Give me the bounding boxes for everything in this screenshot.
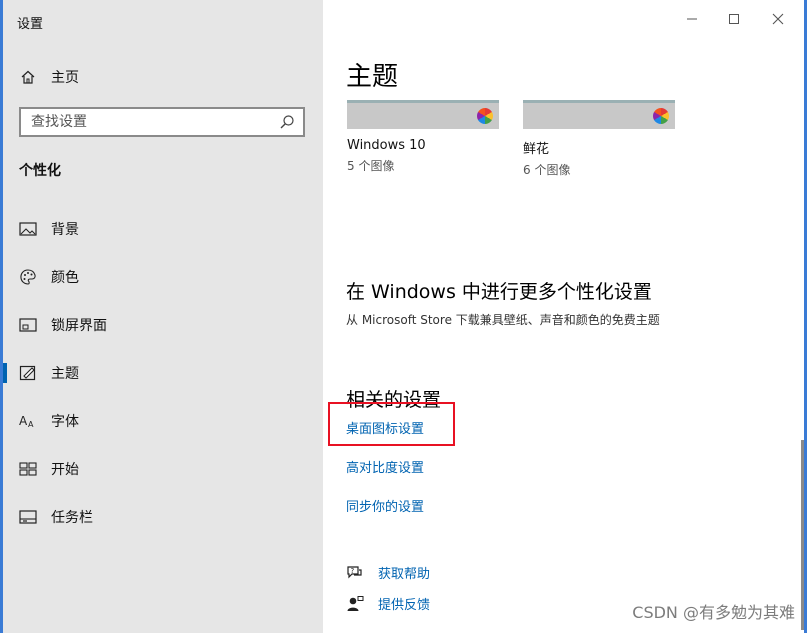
section-title: 个性化 bbox=[19, 163, 61, 179]
feedback-link[interactable]: 提供反馈 bbox=[346, 594, 430, 613]
minimize-icon bbox=[687, 18, 697, 20]
color-wheel-icon bbox=[653, 108, 669, 124]
home-icon bbox=[19, 68, 37, 86]
search-box[interactable] bbox=[19, 107, 305, 137]
high-contrast-settings-link[interactable]: 高对比度设置 bbox=[346, 457, 424, 476]
search-input[interactable] bbox=[31, 114, 271, 130]
sidebar-item-label: 颜色 bbox=[51, 270, 79, 286]
svg-text:?: ? bbox=[351, 567, 355, 575]
lock-screen-icon bbox=[19, 316, 37, 334]
theme-name: 鲜花 bbox=[523, 142, 550, 157]
sync-settings-link[interactable]: 同步你的设置 bbox=[346, 496, 424, 515]
theme-card[interactable]: 鲜花 6 个图像 bbox=[523, 100, 677, 178]
search-icon[interactable] bbox=[279, 114, 295, 130]
sidebar-item-home[interactable]: 主页 bbox=[3, 57, 323, 97]
svg-text:A: A bbox=[19, 414, 28, 428]
help-chat-icon: ? bbox=[346, 564, 364, 582]
maximize-icon bbox=[729, 14, 739, 24]
taskbar-icon bbox=[19, 508, 37, 526]
sidebar-item-background[interactable]: 背景 bbox=[3, 209, 323, 249]
sidebar-item-label: 字体 bbox=[51, 414, 79, 430]
app-title: 设置 bbox=[17, 17, 44, 32]
get-help-label: 获取帮助 bbox=[378, 567, 431, 582]
picture-icon bbox=[19, 220, 37, 238]
theme-card[interactable]: Windows 10 5 个图像 bbox=[347, 100, 501, 174]
main-content: 主题 Windows 10 5 个图像 鲜花 6 个图像 在 Windows 中… bbox=[323, 0, 804, 633]
more-personalization-subtext[interactable]: 从 Microsoft Store 下载兼具壁纸、声音和颜色的免费主题 bbox=[346, 311, 660, 328]
sidebar-item-label: 锁屏界面 bbox=[51, 318, 107, 334]
sidebar-item-themes[interactable]: 主题 bbox=[3, 353, 323, 393]
theme-preview[interactable] bbox=[347, 100, 499, 129]
sidebar: 设置 主页 个性化 背景 颜色 锁屏界面 主题 bbox=[3, 0, 323, 633]
more-personalization-heading: 在 Windows 中进行更多个性化设置 bbox=[346, 281, 652, 303]
watermark: CSDN @有多勉为其难 bbox=[632, 603, 795, 622]
feedback-label: 提供反馈 bbox=[378, 598, 431, 613]
get-help-link[interactable]: ? 获取帮助 bbox=[346, 563, 430, 582]
sidebar-item-fonts[interactable]: AA 字体 bbox=[3, 401, 323, 441]
sidebar-item-start[interactable]: 开始 bbox=[3, 449, 323, 489]
minimize-button[interactable] bbox=[672, 6, 712, 32]
sidebar-item-label: 主页 bbox=[51, 70, 79, 86]
theme-preview[interactable] bbox=[523, 100, 675, 129]
close-icon bbox=[772, 13, 784, 25]
page-title: 主题 bbox=[346, 62, 399, 92]
sidebar-item-label: 任务栏 bbox=[51, 510, 93, 526]
sidebar-item-label: 开始 bbox=[51, 462, 79, 478]
close-button[interactable] bbox=[758, 6, 798, 32]
sidebar-item-label: 背景 bbox=[51, 222, 79, 238]
theme-image-count: 5 个图像 bbox=[347, 159, 395, 173]
maximize-button[interactable] bbox=[714, 6, 754, 32]
start-icon bbox=[19, 460, 37, 478]
feedback-person-icon bbox=[346, 595, 364, 613]
svg-text:A: A bbox=[28, 420, 34, 429]
font-icon: AA bbox=[19, 412, 37, 430]
palette-icon bbox=[19, 268, 37, 286]
sidebar-item-lock-screen[interactable]: 锁屏界面 bbox=[3, 305, 323, 345]
sidebar-item-colors[interactable]: 颜色 bbox=[3, 257, 323, 297]
desktop-icon-settings-link[interactable]: 桌面图标设置 bbox=[346, 418, 424, 437]
color-wheel-icon bbox=[477, 108, 493, 124]
theme-name: Windows 10 bbox=[347, 138, 426, 153]
theme-icon bbox=[19, 364, 37, 382]
sidebar-item-label: 主题 bbox=[51, 366, 79, 382]
sidebar-item-taskbar[interactable]: 任务栏 bbox=[3, 497, 323, 537]
theme-image-count: 6 个图像 bbox=[523, 163, 571, 177]
